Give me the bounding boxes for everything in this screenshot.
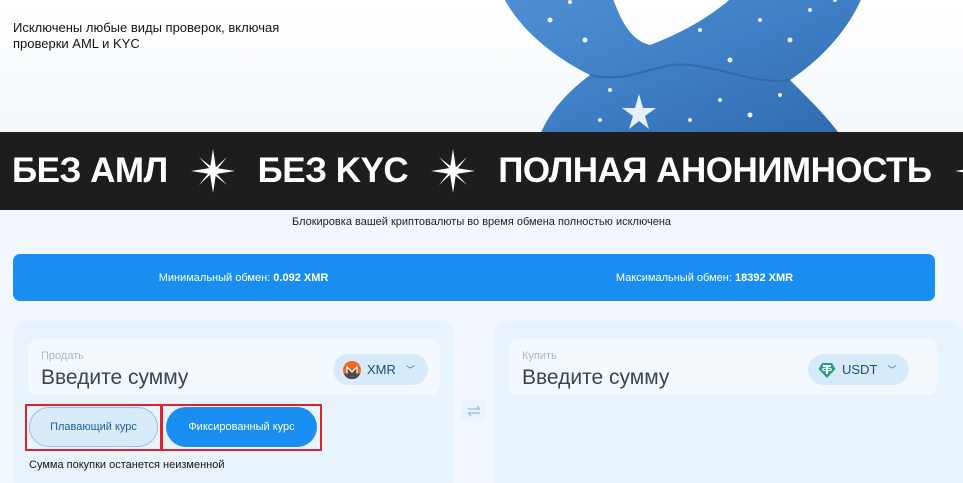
banner-item-no-kyc: БЕЗ KYC (257, 151, 409, 190)
min-exchange: Минимальный обмен: 0.092 XMR (13, 272, 474, 284)
notice-text: Блокировка вашей криптовалюты во время о… (291, 216, 672, 228)
max-exchange-value: 18392 XMR (734, 271, 794, 284)
tether-icon (818, 362, 836, 378)
exchange-limits-bar: Минимальный обмен: 0.092 XMR Максимальны… (13, 254, 935, 301)
fixed-rate-button[interactable]: Фиксированный курс (166, 407, 317, 447)
sell-label: Продать (41, 350, 84, 362)
buy-amount-field[interactable]: Купить Введите сумму USDT ﹀ (509, 339, 937, 395)
max-exchange: Максимальный обмен: 18392 XMR (474, 272, 935, 284)
hero-section: Исключены любые виды проверок, включая п… (0, 0, 963, 132)
sell-currency-label: XMR (367, 362, 396, 377)
sell-currency-select[interactable]: XMR ﹀ (333, 354, 428, 385)
mascot-illustration (504, 0, 861, 132)
banner-item-no-aml: БЕЗ АМЛ (12, 151, 168, 190)
buy-label: Купить (522, 350, 557, 362)
swap-button[interactable] (461, 400, 486, 421)
chevron-down-icon: ﹀ (405, 365, 415, 375)
buy-card: Купить Введите сумму USDT ﹀ (494, 321, 963, 483)
hero-text: Исключены любые виды проверок, включая п… (13, 20, 280, 51)
max-exchange-label: Максимальный обмен: (615, 271, 732, 284)
rate-hint: Сумма покупки останется неизменной (29, 459, 225, 471)
sparkle-icon (190, 149, 235, 193)
buy-currency-select[interactable]: USDT ﹀ (808, 354, 910, 385)
sell-amount-input[interactable]: Введите сумму (41, 366, 188, 390)
sell-amount-field[interactable]: Продать Введите сумму XMR ﹀ (28, 339, 440, 395)
chevron-down-icon: ﹀ (887, 365, 897, 375)
min-exchange-value: 0.092 XMR (273, 271, 329, 284)
swap-arrows-icon (467, 405, 480, 416)
sparkle-icon (431, 149, 476, 193)
buy-amount-input[interactable]: Введите сумму (522, 366, 669, 390)
min-exchange-label: Минимальный обмен: (158, 271, 271, 284)
sparkle-icon (954, 157, 963, 185)
buy-currency-label: USDT (842, 362, 878, 377)
monero-icon (343, 360, 361, 379)
features-banner: БЕЗ АМЛ БЕЗ KYC ПОЛНАЯ АНОНИМНОСТЬ (0, 132, 963, 210)
floating-rate-button[interactable]: Плавающий курс (29, 407, 158, 447)
banner-item-anonymity: ПОЛНАЯ АНОНИМНОСТЬ (498, 151, 932, 190)
